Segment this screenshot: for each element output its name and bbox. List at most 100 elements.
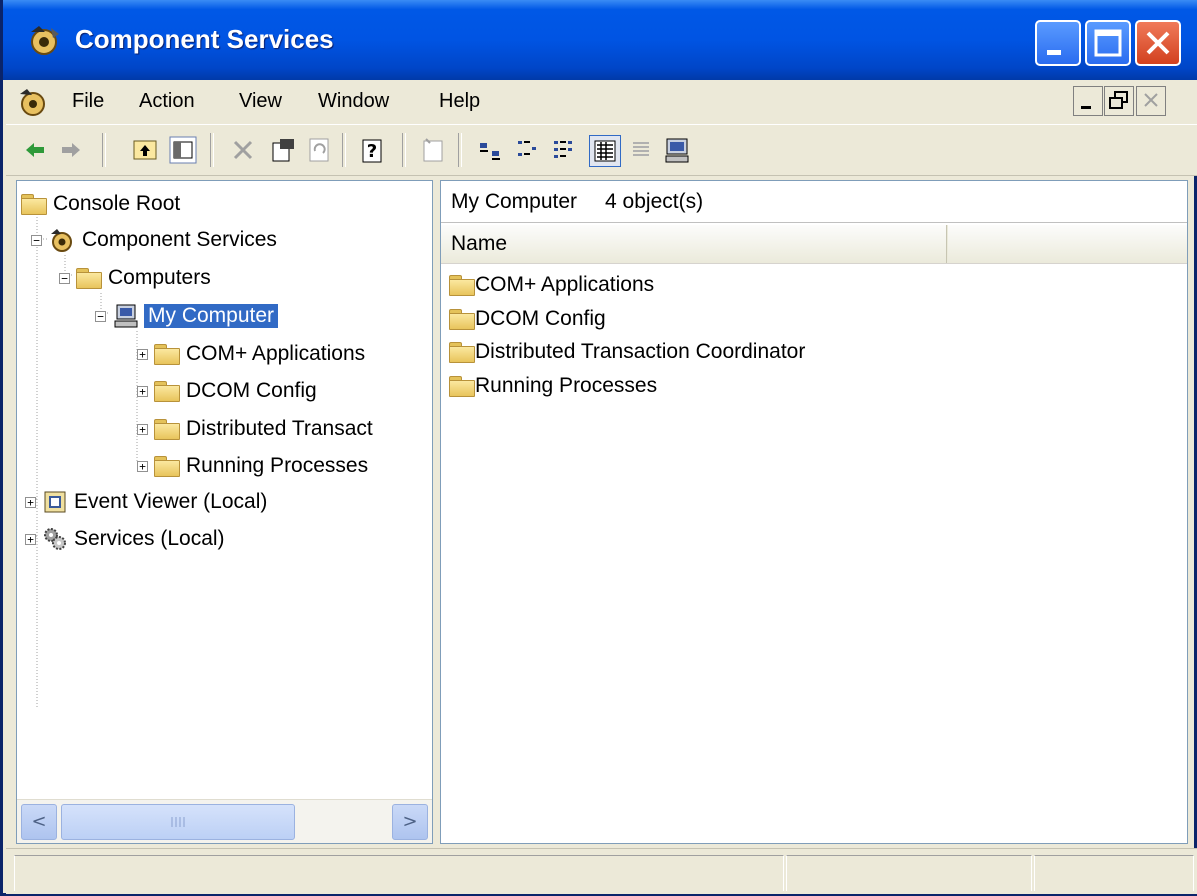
tree-item-label-selected: My Computer bbox=[144, 304, 279, 328]
menu-action[interactable]: Action bbox=[139, 90, 195, 113]
minimize-icon bbox=[1047, 50, 1061, 55]
tree-item-label: Console Root bbox=[53, 192, 181, 215]
expand-icon[interactable]: + bbox=[137, 423, 148, 435]
column-header-name[interactable]: Name bbox=[441, 225, 947, 263]
mdi-restore-button[interactable] bbox=[1104, 86, 1134, 116]
list-item-label: DCOM Config bbox=[475, 307, 606, 330]
help-icon[interactable]: ? bbox=[358, 135, 388, 165]
title-bar[interactable]: Component Services bbox=[3, 0, 1197, 80]
scroll-right-button[interactable]: > bbox=[392, 804, 428, 840]
status-view-icon[interactable] bbox=[626, 135, 656, 165]
component-services-window: Component Services File Action View Wind… bbox=[0, 0, 1197, 896]
collapse-icon[interactable]: − bbox=[31, 234, 42, 246]
services-gears-icon bbox=[44, 528, 66, 550]
collapse-icon[interactable]: − bbox=[59, 272, 70, 284]
console-tree-pane[interactable]: Console Root − Component Services − Comp… bbox=[16, 180, 433, 844]
list-item-running-processes[interactable]: Running Processes bbox=[449, 370, 657, 402]
details-header: My Computer 4 object(s) bbox=[441, 181, 1187, 223]
large-icons-icon[interactable] bbox=[476, 135, 506, 165]
expand-icon[interactable]: + bbox=[25, 533, 36, 545]
new-window-icon[interactable] bbox=[418, 135, 448, 165]
expand-icon[interactable]: + bbox=[137, 348, 148, 360]
tree-item-label: COM+ Applications bbox=[186, 342, 366, 365]
column-header-empty[interactable] bbox=[948, 225, 1187, 263]
collapse-icon[interactable]: − bbox=[95, 310, 106, 322]
column-header-row: Name bbox=[441, 225, 1187, 264]
detail-view-icon[interactable] bbox=[589, 135, 621, 167]
window-title: Component Services bbox=[75, 24, 334, 54]
tree-item-label: Running Processes bbox=[186, 454, 369, 477]
forward-arrow-icon[interactable] bbox=[56, 135, 86, 165]
show-hide-tree-icon[interactable] bbox=[168, 135, 198, 165]
component-services-icon bbox=[51, 229, 72, 252]
tree-item-dcom-config[interactable]: + DCOM Config bbox=[137, 374, 317, 408]
tree-item-label: Computers bbox=[108, 266, 211, 289]
small-icons-icon[interactable] bbox=[514, 135, 544, 165]
tree-item-running-processes[interactable]: + Running Processes bbox=[137, 449, 368, 483]
object-count: 4 object(s) bbox=[605, 189, 704, 213]
menu-help[interactable]: Help bbox=[439, 90, 480, 113]
menu-view[interactable]: View bbox=[239, 90, 282, 113]
tree-item-com-applications[interactable]: + COM+ Applications bbox=[137, 337, 365, 371]
event-viewer-icon bbox=[44, 491, 66, 513]
location-label: My Computer bbox=[451, 189, 578, 213]
component-services-icon[interactable] bbox=[16, 86, 50, 118]
up-one-level-icon[interactable] bbox=[130, 135, 160, 165]
list-item-dcom-config[interactable]: DCOM Config bbox=[449, 303, 606, 335]
chevron-left-icon: < bbox=[31, 811, 47, 832]
status-segment-2 bbox=[786, 855, 1032, 891]
tree-item-label: Distributed Transact bbox=[186, 417, 373, 440]
status-bar bbox=[6, 848, 1197, 894]
tree-item-component-services[interactable]: − Component Services bbox=[31, 223, 277, 257]
mdi-close-button[interactable] bbox=[1136, 86, 1166, 116]
details-pane[interactable]: My Computer 4 object(s) Name COM+ Applic… bbox=[440, 180, 1188, 844]
toolbar-separator bbox=[342, 133, 346, 167]
expand-icon[interactable]: + bbox=[25, 496, 36, 508]
menu-file[interactable]: File bbox=[72, 90, 104, 113]
maximize-icon bbox=[1094, 29, 1122, 57]
computer-icon[interactable] bbox=[662, 135, 692, 165]
close-button[interactable] bbox=[1135, 20, 1181, 66]
list-view-icon[interactable] bbox=[550, 135, 580, 165]
expand-icon[interactable]: + bbox=[137, 385, 148, 397]
delete-icon[interactable] bbox=[228, 135, 258, 165]
expand-icon[interactable]: + bbox=[137, 460, 148, 472]
toolbar-separator bbox=[210, 133, 214, 167]
status-segment-3 bbox=[1034, 855, 1194, 891]
tree-item-label: Event Viewer (Local) bbox=[74, 490, 268, 513]
list-item-distributed-transaction-coordinator[interactable]: Distributed Transaction Coordinator bbox=[449, 336, 805, 368]
svg-text:?: ? bbox=[367, 141, 377, 162]
tree-item-computers[interactable]: − Computers bbox=[59, 261, 211, 295]
folder-icon bbox=[21, 194, 47, 215]
minimize-button[interactable] bbox=[1035, 20, 1081, 66]
tree-item-event-viewer[interactable]: + Event Viewer (Local) bbox=[25, 485, 267, 519]
mdi-minimize-button[interactable] bbox=[1073, 86, 1103, 116]
tree-item-label: DCOM Config bbox=[186, 379, 317, 402]
toolbar-separator bbox=[458, 133, 462, 167]
tree-item-distributed-transaction[interactable]: + Distributed Transact bbox=[137, 412, 373, 446]
folder-icon bbox=[449, 309, 475, 330]
status-segment-main bbox=[14, 855, 784, 891]
menu-window[interactable]: Window bbox=[318, 90, 389, 113]
tree-item-services[interactable]: + Services (Local) bbox=[25, 522, 225, 556]
tree-item-label: Services (Local) bbox=[74, 527, 225, 550]
folder-icon bbox=[154, 381, 180, 402]
list-item-label: Distributed Transaction Coordinator bbox=[475, 340, 806, 363]
folder-icon bbox=[449, 376, 475, 397]
scroll-left-button[interactable]: < bbox=[21, 804, 57, 840]
chevron-right-icon: > bbox=[402, 811, 418, 832]
refresh-icon[interactable] bbox=[304, 135, 334, 165]
list-item-com-applications[interactable]: COM+ Applications bbox=[449, 269, 654, 301]
back-arrow-icon[interactable] bbox=[20, 135, 50, 165]
horizontal-scrollbar[interactable]: < > bbox=[17, 799, 432, 843]
properties-icon[interactable] bbox=[268, 135, 298, 165]
maximize-button[interactable] bbox=[1085, 20, 1131, 66]
restore-icon bbox=[1109, 91, 1128, 109]
close-icon bbox=[1144, 93, 1158, 107]
scrollbar-thumb[interactable] bbox=[61, 804, 295, 840]
tree-item-my-computer[interactable]: − My Computer bbox=[95, 299, 279, 333]
minimize-icon bbox=[1081, 106, 1091, 109]
folder-icon bbox=[154, 344, 180, 365]
column-header-label: Name bbox=[451, 232, 508, 255]
tree-item-console-root[interactable]: Console Root bbox=[21, 187, 180, 221]
